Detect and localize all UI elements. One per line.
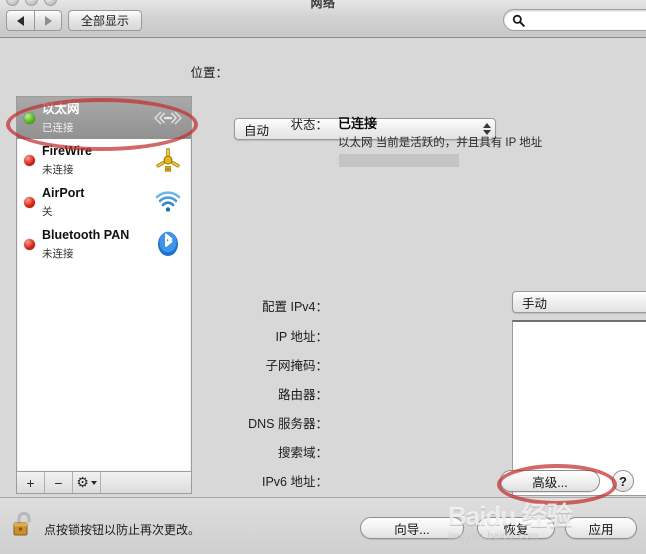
firewire-icon	[153, 146, 183, 174]
sidebar-item-ethernet[interactable]: 以太网 已连接	[17, 97, 191, 139]
sidebar-item-airport[interactable]: AirPort 关	[17, 181, 191, 223]
status-label: 状态：	[290, 118, 328, 132]
status-value: 已连接	[338, 116, 378, 131]
sidebar-item-bluetooth-pan[interactable]: Bluetooth PAN 未连接	[17, 223, 191, 265]
chevron-left-icon	[17, 15, 24, 26]
network-preferences-window: 网络 全部显示 位置： 自动 以太网 已连接 FireWire 未连接 AirP…	[0, 0, 646, 554]
search-field[interactable]	[503, 9, 646, 31]
status-description: 以太网 当前是活跃的，并且具有 IP 地址	[338, 137, 543, 149]
apply-button[interactable]: 应用	[565, 517, 637, 539]
chevron-right-icon	[44, 15, 52, 26]
service-status: 关	[42, 206, 53, 218]
show-all-button[interactable]: 全部显示	[68, 10, 143, 31]
lock-hint-text: 点按锁按钮以防止再次更改。	[44, 523, 201, 537]
ethernet-icon	[153, 104, 183, 132]
service-name: AirPort	[42, 186, 85, 201]
service-status: 已连接	[42, 122, 74, 134]
ip-address-label: IP 地址：	[275, 330, 328, 344]
wizard-button[interactable]: 向导...	[360, 517, 464, 539]
revert-button[interactable]: 恢复	[477, 517, 555, 539]
help-button[interactable]: ?	[612, 470, 634, 492]
router-label: 路由器：	[277, 388, 328, 402]
service-name: Bluetooth PAN	[42, 228, 130, 243]
network-services-list[interactable]: 以太网 已连接 FireWire 未连接 AirPort 关 Bluetooth…	[16, 96, 192, 472]
back-button[interactable]	[6, 10, 34, 31]
configure-ipv4-label: 配置 IPv4：	[262, 300, 328, 314]
sidebar-item-firewire[interactable]: FireWire 未连接	[17, 139, 191, 181]
redacted-ip-address	[339, 154, 459, 167]
search-icon	[512, 14, 525, 27]
preferences-body: 以太网 已连接 FireWire 未连接 AirPort 关 Bluetooth…	[0, 92, 646, 497]
airport-icon	[153, 188, 183, 216]
status-dot-red-icon	[24, 196, 35, 208]
service-name: 以太网	[42, 102, 80, 117]
search-domain-label: 搜索域：	[277, 446, 328, 460]
advanced-button[interactable]: 高级...	[500, 470, 600, 492]
subnet-mask-label: 子网掩码：	[265, 359, 328, 373]
service-name: FireWire	[42, 144, 92, 159]
service-status: 未连接	[42, 164, 74, 176]
lock-open-icon[interactable]	[12, 510, 36, 545]
dns-server-label: DNS 服务器：	[248, 417, 328, 431]
configure-ipv4-popup-button[interactable]: 手动	[512, 291, 646, 313]
status-dot-red-icon	[24, 238, 35, 250]
bluetooth-icon	[153, 230, 183, 258]
location-label: 位置：	[190, 66, 228, 80]
forward-button[interactable]	[34, 10, 62, 31]
window-footer: 点按锁按钮以防止再次更改。 向导... 恢复 应用	[0, 497, 646, 554]
configure-ipv4-value: 手动	[522, 296, 548, 311]
search-input[interactable]	[529, 11, 646, 29]
window-titlebar: 网络 全部显示	[0, 0, 646, 38]
service-status: 未连接	[42, 248, 74, 260]
status-dot-green-icon	[24, 112, 35, 124]
service-detail-panel: 状态： 已连接 以太网 当前是活跃的，并且具有 IP 地址 配置 IPv4： 手…	[206, 92, 646, 497]
status-dot-red-icon	[24, 154, 35, 166]
location-row: 位置： 自动	[0, 57, 646, 140]
navigation-buttons	[6, 10, 62, 31]
